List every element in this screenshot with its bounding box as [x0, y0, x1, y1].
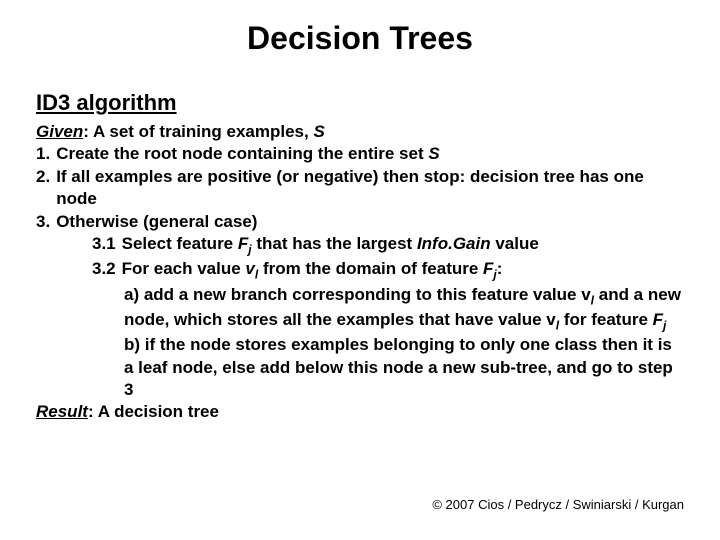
step-3-1-num: 3.1	[92, 233, 122, 258]
step-3-body: Otherwise (general case)	[56, 211, 686, 233]
step-3-2-b: from the domain of feature	[258, 259, 483, 278]
section-heading: ID3 algorithm	[36, 88, 686, 117]
step-1: 1. Create the root node containing the e…	[36, 143, 686, 165]
step-3-1-b: that has the largest	[252, 234, 417, 253]
step-3-2-a-num: a)	[124, 285, 139, 304]
step-3-2-b-1: if the node stores examples belonging to…	[124, 335, 673, 399]
step-3-2-a-block: a) add a new branch corresponding to thi…	[36, 284, 686, 334]
step-3-2-body: For each value vl from the domain of fea…	[122, 258, 686, 283]
given-prefix: Given	[36, 122, 83, 141]
step-3-2: 3.2 For each value vl from the domain of…	[36, 258, 686, 283]
step-3-num: 3.	[36, 211, 56, 233]
step-3-1-infogain: Info.Gain	[417, 234, 491, 253]
step-3-2-b-num: b)	[124, 335, 140, 354]
step-1-text-a: Create the root node containing the enti…	[56, 144, 428, 163]
step-3-2-v: v	[245, 259, 254, 278]
step-3-1-body: Select feature Fj that has the largest I…	[122, 233, 686, 258]
step-2: 2. If all examples are positive (or nega…	[36, 166, 686, 211]
step-3: 3. Otherwise (general case)	[36, 211, 686, 233]
step-2-body: If all examples are positive (or negativ…	[56, 166, 686, 211]
step-3-1-a: Select feature	[122, 234, 238, 253]
step-3-1-F: F	[238, 234, 248, 253]
step-2-num: 2.	[36, 166, 56, 211]
step-3-2-b-block: b) if the node stores examples belonging…	[36, 334, 686, 401]
step-1-symbol: S	[428, 144, 439, 163]
step-3-2-F: F	[483, 259, 493, 278]
slide: Decision Trees ID3 algorithm Given: A se…	[0, 0, 720, 540]
step-3-2-num: 3.2	[92, 258, 122, 283]
step-3-1-c: value	[491, 234, 539, 253]
slide-content: ID3 algorithm Given: A set of training e…	[36, 88, 686, 424]
given-text: : A set of training examples,	[83, 122, 313, 141]
step-3-2-a-3: for feature	[559, 310, 653, 329]
copyright-footer: © 2007 Cios / Pedrycz / Swiniarski / Kur…	[432, 497, 684, 512]
result-line: Result: A decision tree	[36, 401, 686, 423]
step-3-2-c: :	[497, 259, 503, 278]
step-3-2-a-F: F	[653, 310, 663, 329]
step-1-body: Create the root node containing the enti…	[56, 143, 686, 165]
given-symbol: S	[313, 122, 324, 141]
step-3-2-a-j: j	[663, 318, 666, 332]
result-text: : A decision tree	[88, 402, 219, 421]
given-line: Given: A set of training examples, S	[36, 121, 686, 143]
slide-title: Decision Trees	[0, 20, 720, 57]
step-3-2-a: For each value	[122, 259, 246, 278]
step-3-1: 3.1 Select feature Fj that has the large…	[36, 233, 686, 258]
result-prefix: Result	[36, 402, 88, 421]
step-3-2-a-1: add a new branch corresponding to this f…	[139, 285, 591, 304]
step-1-num: 1.	[36, 143, 56, 165]
